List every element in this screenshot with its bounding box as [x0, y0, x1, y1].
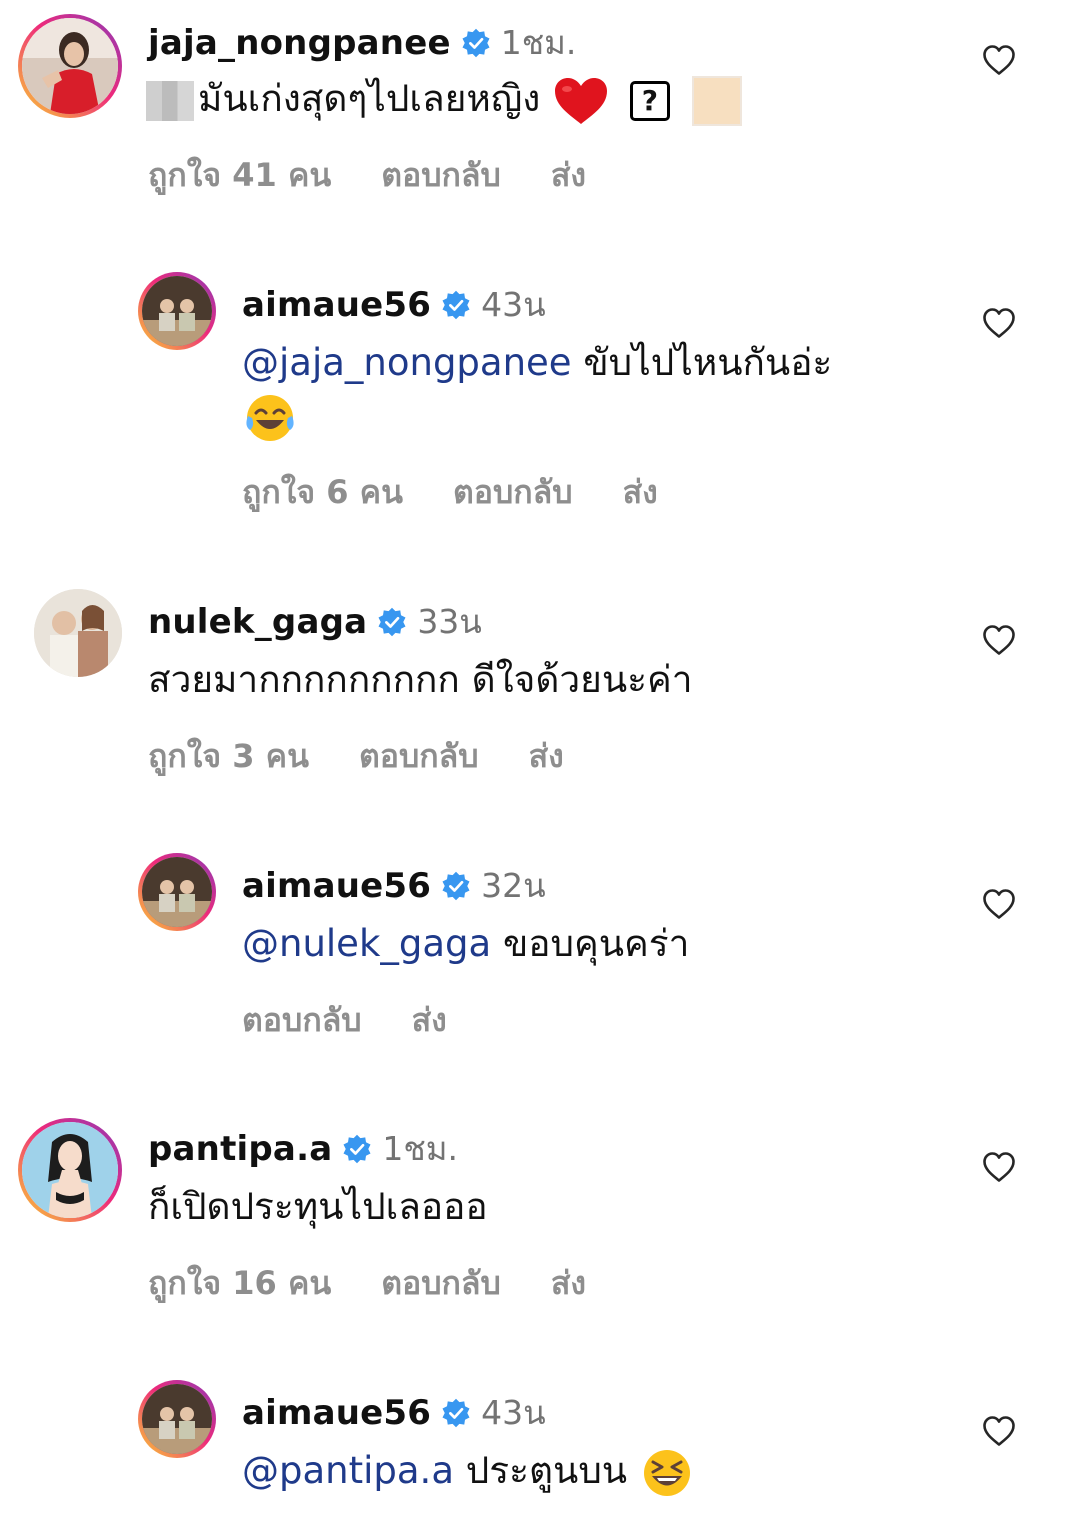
- comment-text: @nulek_gaga ขอบคุนคร่า: [242, 918, 689, 970]
- reply-button[interactable]: ตอบกลับ: [359, 731, 479, 782]
- likes-count[interactable]: ถูกใจ 6 คน: [242, 467, 403, 518]
- avatar[interactable]: [18, 14, 122, 118]
- avatar[interactable]: [138, 853, 216, 931]
- heart-outline-icon[interactable]: [982, 888, 1016, 920]
- heart-outline-icon[interactable]: [982, 1151, 1016, 1183]
- comment-body: ขับไปไหนกันอ่ะ: [571, 341, 833, 384]
- emoji-line: [242, 390, 298, 444]
- timestamp: 1ชม.: [382, 1129, 458, 1168]
- tears-of-joy-emoji-icon: [246, 394, 294, 441]
- likes-count[interactable]: ถูกใจ 3 คน: [148, 731, 309, 782]
- username[interactable]: aimaue56: [242, 866, 431, 906]
- avatar[interactable]: [138, 272, 216, 350]
- timestamp: 43น: [481, 285, 546, 324]
- verified-badge-icon: [441, 290, 471, 320]
- avatar[interactable]: [138, 1380, 216, 1458]
- verified-badge-icon: [461, 28, 491, 58]
- send-button[interactable]: ส่ง: [551, 1258, 586, 1309]
- verified-badge-icon: [441, 871, 471, 901]
- send-button[interactable]: ส่ง: [623, 467, 658, 518]
- username[interactable]: jaja_nongpanee: [148, 23, 451, 63]
- reply-button[interactable]: ตอบกลับ: [453, 467, 573, 518]
- comment-body: ขอบคุนคร่า: [491, 922, 690, 965]
- username[interactable]: aimaue56: [242, 285, 431, 325]
- timestamp: 33น: [417, 602, 482, 641]
- likes-count[interactable]: ถูกใจ 41 คน: [148, 150, 331, 201]
- comment-text: มันเก่งสุดๆไปเลยหญิง ?: [146, 73, 742, 127]
- likes-count[interactable]: ถูกใจ 16 คน: [148, 1258, 331, 1309]
- username[interactable]: pantipa.a: [148, 1129, 332, 1169]
- comment-body: ประตูนบน: [454, 1449, 628, 1492]
- send-button[interactable]: ส่ง: [412, 995, 447, 1046]
- reply-button[interactable]: ตอบกลับ: [381, 150, 501, 201]
- red-heart-icon: [555, 77, 608, 124]
- verified-badge-icon: [377, 607, 407, 637]
- send-button[interactable]: ส่ง: [551, 150, 586, 201]
- comment-text: ก็เปิดประทุนไปเลอออ: [148, 1185, 488, 1228]
- blurred-emoji-icon: [146, 80, 194, 121]
- heart-outline-icon[interactable]: [982, 624, 1016, 656]
- avatar[interactable]: [34, 589, 122, 677]
- reply-button[interactable]: ตอบกลับ: [381, 1258, 501, 1309]
- username[interactable]: nulek_gaga: [148, 602, 367, 642]
- comment-text: @pantipa.a ประตูนบน: [242, 1445, 695, 1499]
- reply-button[interactable]: ตอบกลับ: [242, 995, 362, 1046]
- timestamp: 1ชม.: [500, 23, 577, 62]
- avatar[interactable]: [18, 1118, 122, 1222]
- send-button[interactable]: ส่ง: [529, 731, 564, 782]
- verified-badge-icon: [441, 1398, 471, 1428]
- mention-link[interactable]: @nulek_gaga: [242, 922, 491, 965]
- heart-outline-icon[interactable]: [982, 1415, 1016, 1447]
- heart-outline-icon[interactable]: [982, 307, 1016, 339]
- comment-body: มันเก่งสุดๆไปเลยหญิง: [198, 77, 541, 120]
- unknown-glyph-icon: ?: [629, 80, 670, 121]
- mention-link[interactable]: @pantipa.a: [242, 1449, 454, 1492]
- username[interactable]: aimaue56: [242, 1393, 431, 1433]
- heart-outline-icon[interactable]: [982, 44, 1016, 76]
- comment-text: @jaja_nongpanee ขับไปไหนกันอ่ะ: [242, 337, 832, 389]
- timestamp: 32น: [481, 866, 546, 905]
- comment-text: สวยมากกกกกกกกก ดีใจด้วยนะค่า: [148, 658, 693, 701]
- timestamp: 43น: [481, 1393, 546, 1432]
- mention-link[interactable]: @jaja_nongpanee: [242, 341, 572, 384]
- squinting-laugh-emoji-icon: [643, 1449, 690, 1496]
- verified-badge-icon: [342, 1134, 372, 1164]
- skin-tone-swatch-icon: [691, 75, 742, 126]
